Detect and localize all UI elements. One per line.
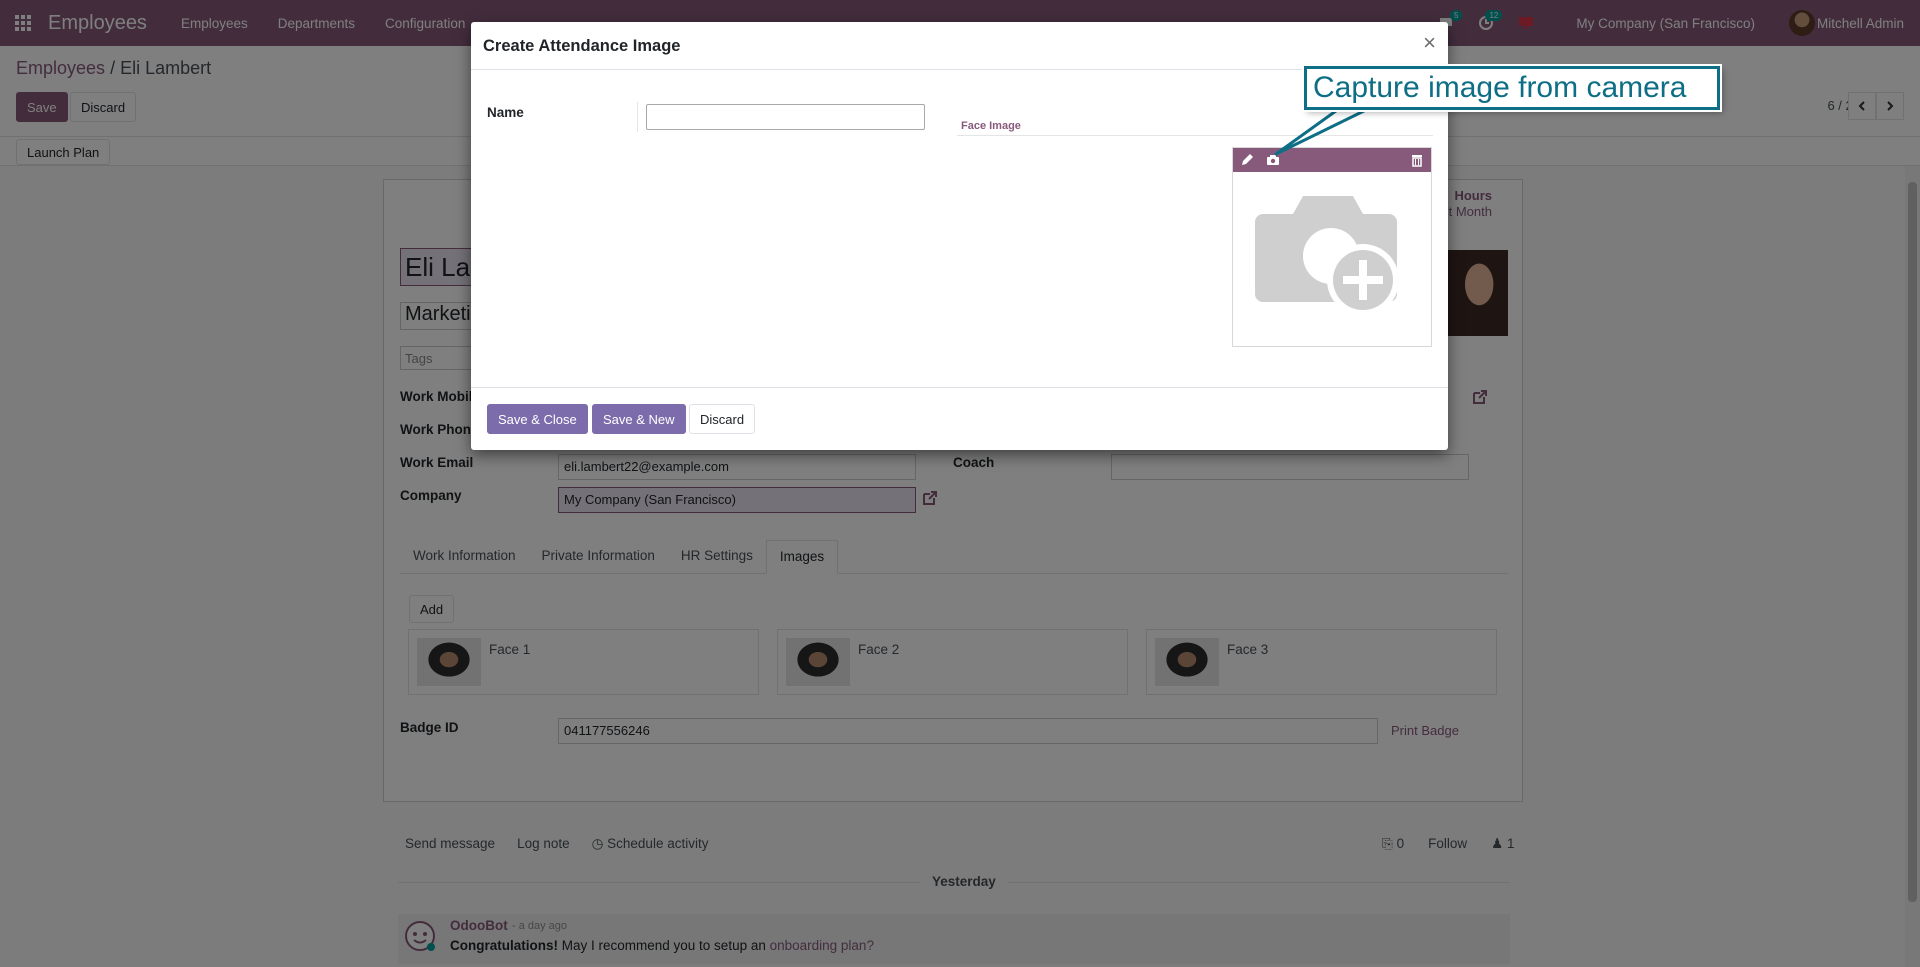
modal-discard-button[interactable]: Discard bbox=[689, 404, 756, 434]
field-separator bbox=[637, 102, 638, 132]
name-label: Name bbox=[487, 105, 524, 120]
save-new-button[interactable]: Save & New bbox=[592, 404, 686, 434]
modal-header: Create Attendance Image × bbox=[471, 22, 1448, 70]
pencil-icon[interactable] bbox=[1239, 152, 1255, 168]
face-image-label: Face Image bbox=[961, 120, 1021, 132]
modal-title: Create Attendance Image bbox=[483, 37, 681, 55]
create-attendance-image-dialog: Create Attendance Image × Name Face Imag… bbox=[471, 22, 1448, 450]
modal-footer: Save & Close Save & New Discard bbox=[471, 387, 1448, 450]
camera-placeholder-icon bbox=[1255, 196, 1399, 316]
close-icon[interactable]: × bbox=[1423, 32, 1436, 54]
trash-icon[interactable] bbox=[1409, 152, 1425, 168]
name-input[interactable] bbox=[646, 104, 925, 130]
save-close-button[interactable]: Save & Close bbox=[487, 404, 588, 434]
face-image-widget[interactable] bbox=[1232, 147, 1432, 347]
callout-annotation: Capture image from camera bbox=[1304, 66, 1720, 110]
